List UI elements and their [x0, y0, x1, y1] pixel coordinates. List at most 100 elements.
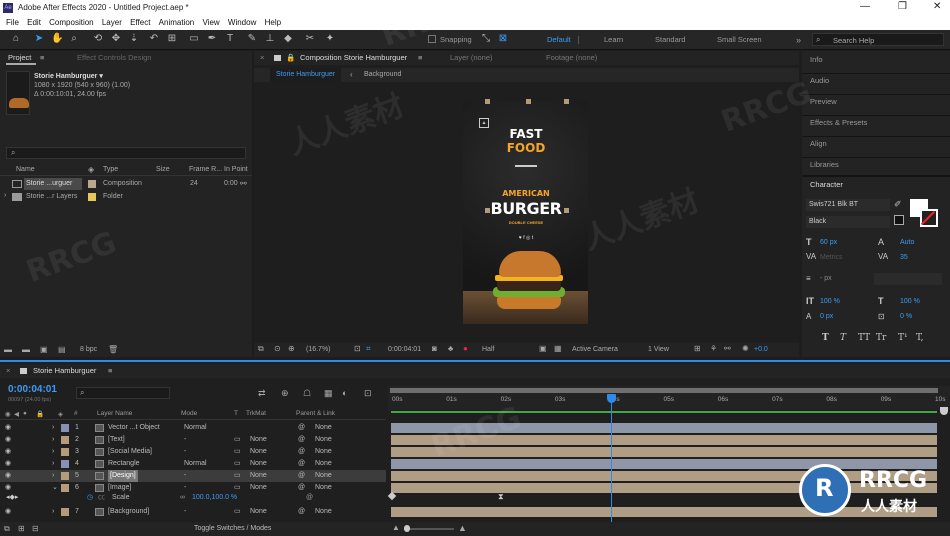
faux-italic-button[interactable]: T [840, 333, 846, 343]
menu-layer[interactable]: Layer [102, 16, 122, 30]
eye-icon[interactable]: ◉ [5, 434, 11, 446]
mode-dropdown[interactable]: - [184, 446, 228, 458]
parent-dropdown[interactable]: None [315, 470, 332, 482]
timeline-search-field[interactable]: ⌕ [76, 387, 170, 399]
layer-label-chip[interactable] [61, 460, 69, 468]
trkmat-dropdown[interactable]: None [250, 434, 267, 446]
font-size-value[interactable]: 60 px [820, 239, 837, 246]
libraries-panel-tab[interactable]: Libraries [810, 160, 839, 169]
parent-dropdown[interactable]: None [315, 422, 332, 434]
col-t[interactable]: T [234, 410, 238, 417]
stopwatch-icon[interactable]: ◷ [87, 492, 93, 504]
grid-icon[interactable]: ⌗ [366, 344, 371, 354]
zoom-slider-track[interactable] [404, 528, 454, 530]
timeline-menu-icon[interactable]: ≡ [108, 364, 112, 378]
effect-controls-tab[interactable]: Effect Controls Design [77, 51, 151, 65]
mode-dropdown[interactable]: - [184, 506, 228, 518]
bpc-label[interactable]: 8 bpc [80, 346, 97, 353]
new-comp-icon[interactable]: ▣ [40, 345, 48, 354]
workspace-default[interactable]: Default [547, 35, 571, 44]
snap-options-icon[interactable]: ⤡ [480, 33, 492, 45]
interpret-footage-icon[interactable]: ▬ [4, 345, 12, 354]
scale-value[interactable]: 100.0,100.0 % [192, 492, 237, 504]
trkmat-dropdown[interactable]: None [250, 506, 267, 518]
home-icon[interactable]: ⌂ [10, 33, 22, 45]
parent-dropdown[interactable]: None [315, 434, 332, 446]
superscript-button[interactable]: T¹ [898, 333, 908, 343]
parent-dropdown[interactable]: None [315, 506, 332, 518]
project-menu-icon[interactable]: ≡ [40, 51, 44, 65]
color-icon[interactable]: ● [463, 344, 468, 353]
workspace-more-icon[interactable]: » [796, 35, 801, 45]
info-panel-tab[interactable]: Info [810, 55, 823, 64]
exposure-value[interactable]: +0.0 [754, 346, 768, 353]
label-col-icon[interactable]: ◈ [88, 165, 94, 174]
keyframe-ease[interactable]: ⧗ [498, 492, 504, 502]
viewer-menu-icon[interactable]: ≡ [418, 51, 422, 65]
menu-effect[interactable]: Effect [130, 16, 150, 30]
layer-row[interactable]: ◉ › 5 [Design] - ▭ None @ None [0, 470, 386, 482]
mask-icon[interactable]: ⊕ [288, 344, 295, 353]
small-caps-button[interactable]: Tr [876, 333, 886, 343]
transform-handle[interactable] [564, 99, 569, 104]
current-timecode[interactable]: 0:00:04:01 [8, 384, 57, 395]
layer-row[interactable]: ◉ › 3 [Social Media] - ▭ None @ None [0, 446, 386, 458]
transparency-icon[interactable]: ▦ [554, 344, 562, 353]
expand-arrow-icon[interactable]: › [52, 458, 54, 470]
stroke-color-swatch[interactable] [920, 209, 938, 227]
pickwhip-icon[interactable]: @ [306, 492, 313, 504]
mode-dropdown[interactable]: Normal [184, 458, 228, 470]
always-preview-icon[interactable]: ⧉ [258, 344, 264, 354]
composition-tab[interactable]: Composition Storie Hamburguer [300, 51, 407, 65]
layer-name[interactable]: [Text] [108, 434, 125, 446]
layer-row[interactable]: ◉ › 1 Vector ...t Object Normal @ None [0, 422, 386, 434]
zoom-out-icon[interactable]: ▲ [392, 523, 400, 532]
fast-preview-icon[interactable]: ✺ [742, 344, 749, 353]
layer-tab[interactable]: Layer (none) [450, 51, 493, 65]
move-tool-icon[interactable]: ✥ [110, 33, 122, 45]
views-dropdown[interactable]: 1 View [648, 346, 669, 353]
faux-bold-button[interactable]: T [822, 333, 829, 343]
pen-tool-icon[interactable]: ✒ [206, 33, 218, 45]
mode-dropdown[interactable]: - [184, 470, 228, 482]
expand-arrow-icon[interactable]: › [52, 446, 54, 458]
snap-grid-icon[interactable]: ⊠ [497, 33, 509, 45]
transform-handle[interactable] [485, 208, 490, 213]
font-style-dropdown[interactable]: Black [806, 216, 890, 228]
zoom-dropdown[interactable]: (16.7%) [306, 346, 331, 353]
mode-dropdown[interactable]: Normal [184, 422, 228, 434]
menu-help[interactable]: Help [265, 16, 281, 30]
workspace-learn[interactable]: Learn [604, 35, 623, 44]
project-settings-icon[interactable]: ▤ [58, 345, 66, 354]
delete-icon[interactable]: 🗑 [108, 345, 118, 354]
expand-arrow-icon[interactable]: › [52, 422, 54, 434]
project-item-row[interactable]: Storie ...urguer Composition 24 0:00 ⚯ [0, 178, 252, 190]
parent-dropdown[interactable]: None [315, 446, 332, 458]
close-icon[interactable]: ✕ [933, 1, 941, 12]
work-area-bar[interactable] [390, 388, 938, 393]
graph-editor-icon[interactable]: ⊡ [364, 388, 372, 399]
pickwhip-icon[interactable]: @ [298, 434, 305, 446]
trkmat-dropdown[interactable]: None [250, 446, 267, 458]
3d-icon[interactable]: ⚘ [710, 344, 717, 353]
frame-blending-icon[interactable]: ▦ [324, 388, 333, 399]
roi-icon[interactable]: ▣ [539, 344, 547, 353]
workspace-small-screen[interactable]: Small Screen [717, 35, 762, 44]
layer-row[interactable]: ◉ › 2 [Text] - ▭ None @ None [0, 434, 386, 446]
hand-tool-icon[interactable]: ✋ [51, 33, 63, 45]
horizontal-scale-value[interactable]: 100 % [900, 298, 920, 305]
swap-colors-icon[interactable] [894, 215, 904, 225]
layer-label-chip[interactable] [61, 484, 69, 492]
pickwhip-icon[interactable]: @ [298, 470, 305, 482]
effects-presets-tab[interactable]: Effects & Presets [810, 118, 867, 127]
layer-name[interactable]: [Design] [108, 470, 138, 482]
camera-dropdown[interactable]: Active Camera [572, 346, 618, 353]
end-marker[interactable] [940, 407, 948, 415]
comp-canvas[interactable]: ▲ FAST FOOD AMERICAN BURGER DOUBLE CHEES… [463, 101, 588, 324]
maximize-icon[interactable]: ❐ [898, 1, 907, 12]
project-search-field[interactable]: ⌕ [6, 147, 246, 159]
expand-arrow-icon[interactable]: › [52, 470, 54, 482]
draft-3d-icon[interactable]: ⊕ [281, 388, 289, 399]
parent-dropdown[interactable]: None [315, 458, 332, 470]
eye-icon[interactable]: ◉ [5, 422, 11, 434]
